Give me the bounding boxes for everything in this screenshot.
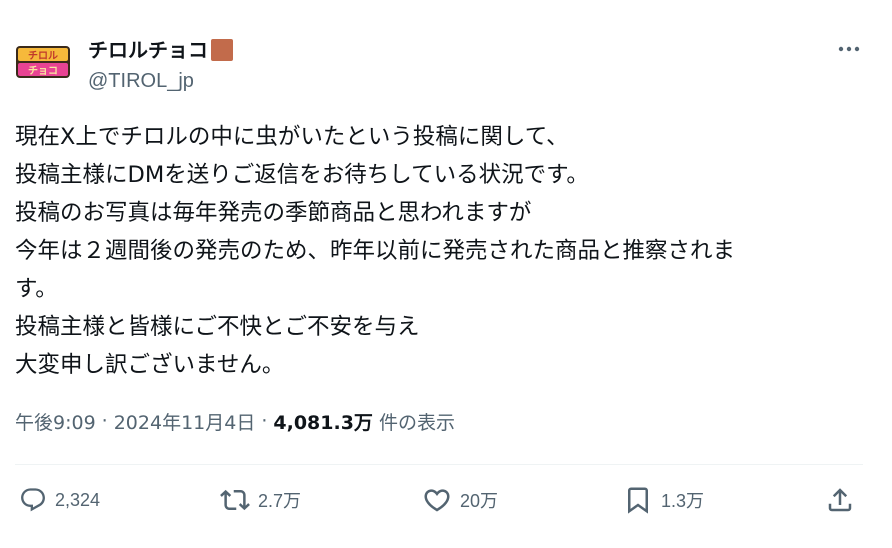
tweet-text-line: 投稿主様にDMを送りご返信をお待ちしている状況です。 xyxy=(15,162,589,188)
display-name[interactable]: チロルチョコ xyxy=(88,36,208,64)
bookmark-icon xyxy=(628,487,648,514)
tweet-text: 現在X上でチロルの中に虫がいたという投稿に関して、 投稿主様にDMを送りご返信を… xyxy=(15,118,875,384)
reply-count: 2,324 xyxy=(55,489,101,510)
tweet-text-line: す。 xyxy=(15,276,58,302)
reply-button[interactable]: 2,324 xyxy=(19,480,100,520)
heart-icon xyxy=(424,489,450,512)
tweet-card: チロル チョコ チロルチョコ @TIROL_jp 現在X上でチロルの中に虫がいた… xyxy=(0,0,892,548)
views-label: 件の表示 xyxy=(378,411,455,434)
more-icon xyxy=(838,46,860,52)
avatar-text-bottom: チョコ xyxy=(28,65,58,77)
more-button[interactable] xyxy=(832,34,866,64)
views-count[interactable]: 4,081.3万 xyxy=(273,408,373,435)
affiliate-badge-icon xyxy=(211,39,233,61)
avatar[interactable]: チロル チョコ xyxy=(15,45,71,79)
author-handle[interactable]: @TIROL_jp xyxy=(88,68,194,94)
tweet-text-line: 現在X上でチロルの中に虫がいたという投稿に関して、 xyxy=(15,124,569,150)
repost-icon xyxy=(220,489,250,511)
author-name-row: チロルチョコ xyxy=(88,36,233,64)
tweet-text-line: 投稿主様と皆様にご不快とご不安を与え xyxy=(15,314,420,340)
tweet-text-line: 投稿のお写真は毎年発売の季節商品と思われますが xyxy=(15,200,532,226)
post-time[interactable]: 午後9:09 xyxy=(15,408,96,435)
reply-icon xyxy=(21,488,45,512)
repost-count: 2.7万 xyxy=(258,491,302,511)
meta-separator: · xyxy=(101,410,108,432)
tirol-logo-icon: チロル チョコ xyxy=(16,46,70,78)
tweet-text-line: 今年は２週間後の発売のため、昨年以前に発売された商品と推察されま xyxy=(15,238,736,264)
action-bar: 2,324 2.7万 20万 1.3万 xyxy=(15,480,863,520)
like-button[interactable]: 20万 xyxy=(422,480,498,520)
repost-button[interactable]: 2.7万 xyxy=(220,480,301,520)
like-count: 20万 xyxy=(460,491,499,511)
bookmark-count: 1.3万 xyxy=(661,491,705,511)
meta-separator: · xyxy=(261,410,268,432)
tweet-text-line: 大変申し訳ございません。 xyxy=(15,352,285,378)
tweet-meta: 午後9:09 · 2024年11月4日 · 4,081.3万 件の表示 xyxy=(15,406,455,436)
share-icon xyxy=(828,488,852,512)
share-button[interactable] xyxy=(825,480,855,520)
divider xyxy=(15,464,863,465)
post-date[interactable]: 2024年11月4日 xyxy=(114,408,256,435)
bookmark-button[interactable]: 1.3万 xyxy=(623,480,704,520)
avatar-text-top: チロル xyxy=(28,50,58,62)
